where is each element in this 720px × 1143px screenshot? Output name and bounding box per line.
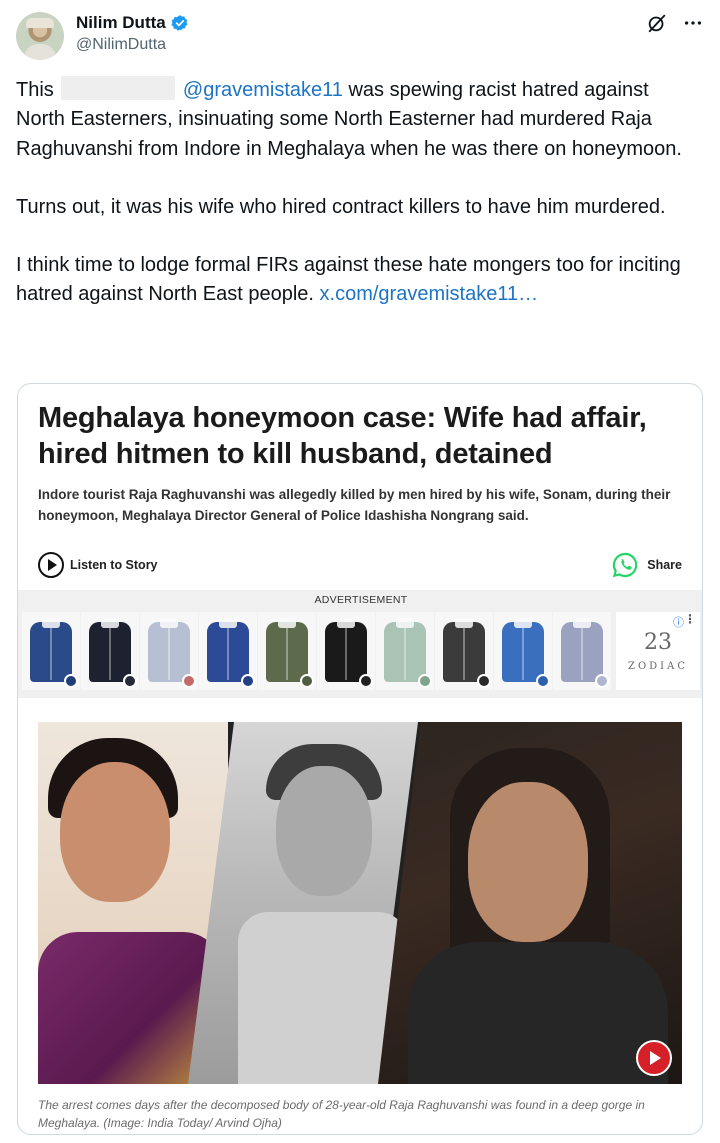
ad-label: ADVERTISEMENT	[314, 594, 408, 606]
verified-badge-icon	[171, 15, 188, 31]
author-block[interactable]: Nilim Dutta @NilimDutta	[76, 12, 189, 56]
brand-name: ZODIAC	[628, 660, 688, 672]
ad-shirt-thumbnail	[140, 612, 198, 690]
tweet-paragraph-3: I think time to lodge formal FIRs agains…	[16, 251, 696, 310]
tweet-header: Nilim Dutta @NilimDutta	[16, 12, 704, 62]
whatsapp-icon	[613, 552, 638, 578]
ad-shirt-thumbnail	[317, 612, 375, 690]
redacted-block	[61, 76, 176, 100]
tweet-paragraph-2: Turns out, it was his wife who hired con…	[16, 195, 666, 218]
ad-product-strip	[22, 612, 611, 690]
share-button: Share	[610, 550, 682, 580]
listen-label: Listen to Story	[70, 558, 158, 572]
ad-shirt-thumbnail	[435, 612, 493, 690]
tweet-text: This @gravemistake11 was spewing racist …	[16, 76, 696, 310]
brand-mark: 23	[644, 629, 672, 655]
ad-info-icon: ⓘ	[673, 617, 684, 629]
embedded-image-card[interactable]: Meghalaya honeymoon case: Wife had affai…	[17, 383, 703, 1135]
tweet-paragraph-1: This @gravemistake11 was spewing racist …	[16, 76, 696, 164]
ad-menu-icon: ⋮	[684, 612, 696, 626]
header-actions	[646, 12, 704, 34]
more-icon[interactable]	[682, 12, 704, 34]
tweet-link[interactable]: x.com/gravemistake11…	[320, 283, 539, 305]
mention-link[interactable]: @gravemistake11	[183, 79, 343, 101]
listen-to-story-button: Listen to Story	[38, 552, 158, 578]
avatar[interactable]	[16, 12, 64, 60]
advertisement-banner: ADVERTISEMENT 23 ZODIAC ⓘ ⋮	[18, 590, 702, 698]
tweet-text-segment: This	[16, 79, 54, 101]
ad-shirt-thumbnail	[376, 612, 434, 690]
grok-icon[interactable]	[646, 12, 668, 34]
photo-caption: The arrest comes days after the decompos…	[38, 1098, 645, 1130]
ad-shirt-thumbnail	[553, 612, 611, 690]
display-name[interactable]: Nilim Dutta	[76, 12, 189, 34]
ad-shirt-thumbnail	[258, 612, 316, 690]
video-play-icon	[636, 1040, 672, 1076]
ad-shirt-thumbnail	[494, 612, 552, 690]
article-headline: Meghalaya honeymoon case: Wife had affai…	[38, 402, 647, 470]
display-name-text[interactable]: Nilim Dutta	[76, 12, 166, 34]
ad-shirt-thumbnail	[199, 612, 257, 690]
play-icon	[38, 552, 64, 578]
ad-shirt-thumbnail	[81, 612, 139, 690]
article-photo	[38, 722, 682, 1084]
ad-shirt-thumbnail	[22, 612, 80, 690]
article-summary: Indore tourist Raja Raghuvanshi was alle…	[38, 487, 671, 523]
handle[interactable]: @NilimDutta	[76, 34, 189, 56]
share-label: Share	[647, 558, 682, 572]
